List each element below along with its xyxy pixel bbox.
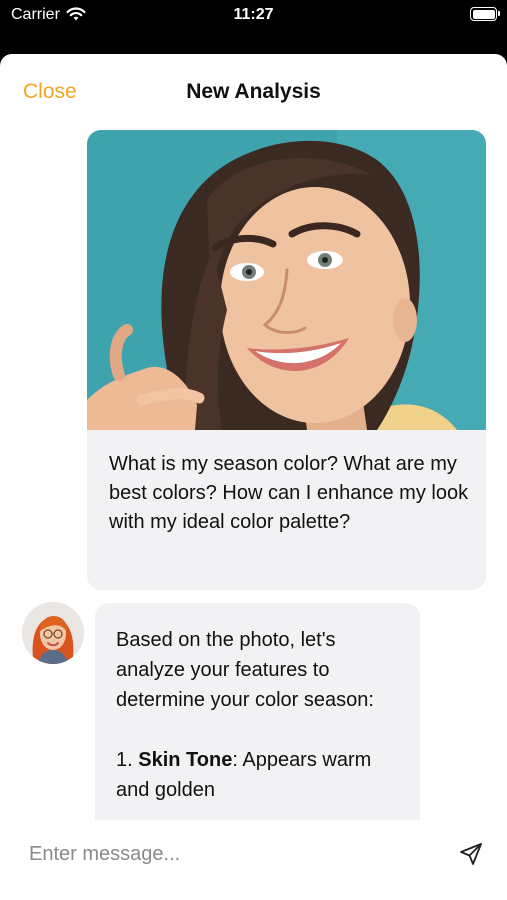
assistant-avatar (22, 602, 84, 664)
status-bar: Carrier 11:27 (0, 0, 507, 34)
message-input[interactable] (29, 838, 429, 870)
status-time: 11:27 (233, 6, 274, 23)
assistant-list-item: 1. Skin Tone: Appears warm and golden (116, 745, 406, 805)
user-photo[interactable] (87, 130, 486, 430)
user-message-text: What is my season color? What are my bes… (109, 453, 469, 533)
battery-icon (470, 7, 500, 21)
send-button[interactable] (456, 840, 486, 870)
assistant-paragraph: Based on the photo, let's analyze your f… (116, 629, 374, 711)
assistant-message-text: Based on the photo, let's analyze your f… (116, 625, 406, 805)
list-item-label: Skin Tone (138, 749, 233, 771)
list-item-number: 1. (116, 749, 133, 771)
assistant-message: Based on the photo, let's analyze your f… (95, 603, 420, 820)
message-composer (0, 820, 507, 900)
page-title: New Analysis (186, 80, 321, 103)
send-icon (460, 842, 482, 865)
message-list[interactable]: What is my season color? What are my bes… (0, 130, 507, 820)
chat-sheet: Close New Analysis What is my season col… (0, 54, 507, 900)
assistant-avatar-image (22, 602, 84, 664)
user-message: What is my season color? What are my bes… (87, 130, 486, 590)
nav-bar: Close New Analysis (0, 54, 507, 130)
